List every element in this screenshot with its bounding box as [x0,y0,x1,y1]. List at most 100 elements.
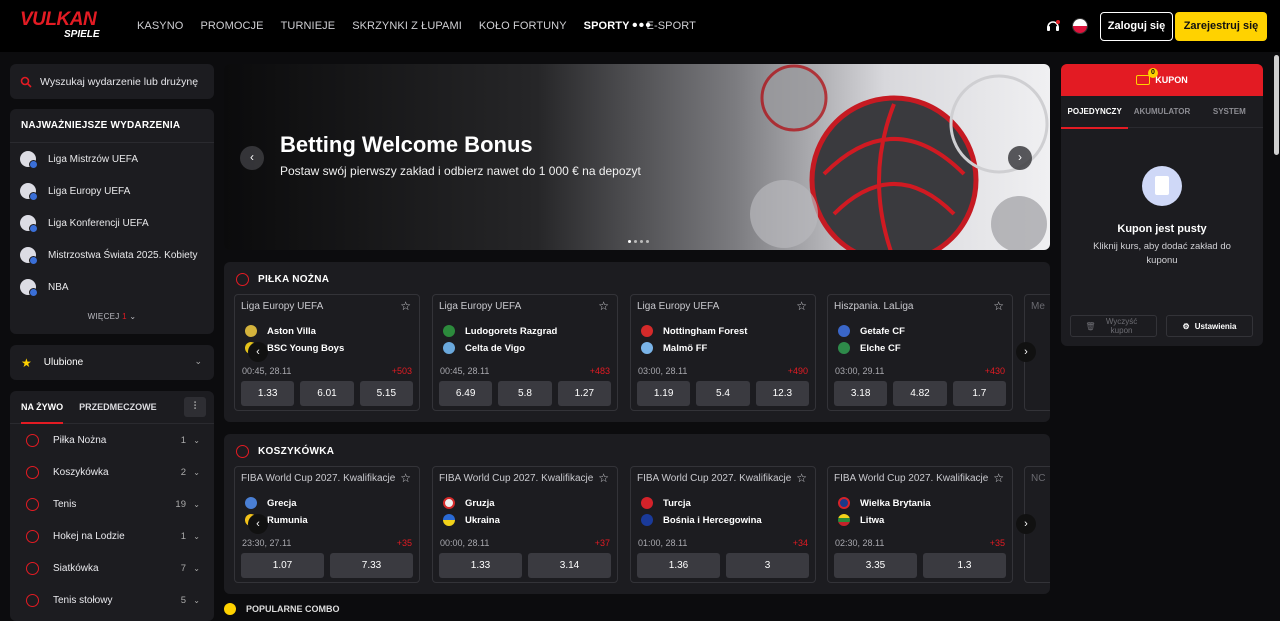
promo-banner[interactable]: Betting Welcome Bonus Postaw swój pierws… [224,64,1050,250]
sport-item[interactable]: Piłka Nożna 1 ⌄ [10,424,214,456]
search-input[interactable]: Wyszukaj wydarzenie lub drużynę [10,64,214,99]
sport-item[interactable]: Koszykówka 2 ⌄ [10,456,214,488]
sport-item[interactable]: Tenis stołowy 5 ⌄ [10,584,214,616]
odd-button[interactable]: 1.36 [637,553,720,578]
odd-button[interactable]: 12.3 [755,381,809,406]
coupon-header: 0 KUPON [1061,64,1263,96]
nav-sporty[interactable]: SPORTY [584,20,630,32]
star-icon[interactable]: ☆ [400,471,411,485]
more-markets-link[interactable]: +35 [990,538,1005,548]
odd-button[interactable]: 3.35 [834,553,917,578]
star-icon[interactable]: ☆ [598,299,609,313]
away-team: Ukraina [443,514,500,526]
nav-turnieje[interactable]: TURNIEJE [281,20,336,32]
chevron-down-icon: ⌄ [129,312,137,321]
carousel-next-button[interactable]: › [1016,514,1036,534]
favorites-item[interactable]: ★ Ulubione ⌄ [10,345,214,380]
tab-live[interactable]: NA ŻYWO [21,402,64,424]
match-time: 00:00, 28.11 [440,538,490,548]
language-flag-icon[interactable] [1072,18,1088,34]
nav-esport[interactable]: E-SPORT [647,20,696,32]
odd-button[interactable]: 5.8 [498,381,552,406]
top-event-item[interactable]: Liga Europy UEFA [10,175,214,207]
carousel-prev-button[interactable]: ‹ [248,514,268,534]
odd-button[interactable]: 3.18 [834,381,888,406]
odd-button[interactable]: 6.49 [439,381,493,406]
login-button[interactable]: Zaloguj się [1100,12,1173,41]
odd-button[interactable]: 1.33 [439,553,522,578]
top-event-item[interactable]: NBA [10,271,214,303]
odd-button[interactable]: 1.3 [923,553,1006,578]
sport-item[interactable]: Tenis 19 ⌄ [10,488,214,520]
banner-prev-button[interactable]: ‹ [240,146,264,170]
banner-title: Betting Welcome Bonus [280,132,533,157]
tab-accumulator[interactable]: AKUMULATOR [1128,96,1195,128]
carousel-next-button[interactable]: › [1016,342,1036,362]
star-icon[interactable]: ☆ [796,471,807,485]
odd-button[interactable]: 1.27 [557,381,611,406]
event-card[interactable]: FIBA World Cup 2027. Kwalifikacje ☆ Gruz… [432,466,618,583]
clear-coupon-button[interactable]: 🗑 Wyczyść kupon [1070,315,1157,337]
odd-button[interactable]: 3.14 [528,553,611,578]
register-button[interactable]: Zarejestruj się [1175,12,1267,41]
team-crest-icon [641,325,653,337]
nav-kasyno[interactable]: KASYNO [137,20,183,32]
odds-row: 1.33 6.01 5.15 [241,381,413,406]
top-events-panel: NAJWAŻNIEJSZE WYDARZENIA Liga Mistrzów U… [10,109,214,334]
more-markets-link[interactable]: +34 [793,538,808,548]
star-icon[interactable]: ☆ [993,299,1004,313]
logo-sub-text: SPIELE [64,29,100,40]
carousel-prev-button[interactable]: ‹ [248,342,268,362]
event-card[interactable]: FIBA World Cup 2027. Kwalifikacje ☆ Turc… [630,466,816,583]
more-events-button[interactable]: WIĘCEJ 1 ⌄ [10,312,214,321]
page-scrollbar[interactable] [1273,52,1280,611]
sport-item[interactable]: Siatkówka 7 ⌄ [10,552,214,584]
more-markets-link[interactable]: +35 [397,538,412,548]
sport-label: Hokej na Lodzie [53,530,125,542]
support-icon[interactable] [1045,18,1061,34]
tab-prematch[interactable]: PRZEDMECZOWE [79,402,157,412]
more-markets-link[interactable]: +37 [595,538,610,548]
nav-skrzynki[interactable]: SKRZYNKI Z ŁUPAMI [352,20,462,32]
banner-pagination [628,240,649,243]
star-icon[interactable]: ☆ [400,299,411,313]
nav-promocje[interactable]: PROMOCJE [200,20,263,32]
settings-button[interactable]: ⚙ Ustawienia [1166,315,1253,337]
nav-kolo-fortuny[interactable]: KOŁO FORTUNY [479,20,567,32]
more-markets-link[interactable]: +503 [392,366,412,376]
odd-button[interactable]: 1.19 [637,381,691,406]
odd-button[interactable]: 4.82 [893,381,947,406]
more-markets-link[interactable]: +490 [788,366,808,376]
top-event-item[interactable]: Liga Mistrzów UEFA [10,143,214,175]
team-crest-icon [245,325,257,337]
top-event-item[interactable]: Mistrzostwa Świata 2025. Kobiety [10,239,214,271]
event-card[interactable]: FIBA World Cup 2027. Kwalifikacje ☆ Wiel… [827,466,1013,583]
more-menu-icon[interactable]: ••• [632,17,652,35]
more-markets-link[interactable]: +430 [985,366,1005,376]
banner-next-button[interactable]: › [1008,146,1032,170]
top-event-item[interactable]: Liga Konferencji UEFA [10,207,214,239]
star-icon[interactable]: ☆ [598,471,609,485]
odd-button[interactable]: 5.15 [359,381,413,406]
filter-icon[interactable]: ⫶ [184,397,206,417]
odd-button[interactable]: 1.07 [241,553,324,578]
match-time: 00:45, 28.11 [440,366,490,376]
team-crest-icon [838,342,850,354]
sport-item[interactable]: Hokej na Lodzie 1 ⌄ [10,520,214,552]
odd-button[interactable]: 7.33 [330,553,413,578]
odd-button[interactable]: 1.7 [952,381,1006,406]
odd-button[interactable]: 1.33 [241,381,295,406]
scrollbar-thumb[interactable] [1274,55,1279,155]
event-card[interactable]: Liga Europy UEFA ☆ Ludogorets Razgrad Ce… [432,294,618,411]
tab-system[interactable]: SYSTEM [1196,96,1263,128]
odd-button[interactable]: 6.01 [300,381,354,406]
star-icon[interactable]: ☆ [796,299,807,313]
logo[interactable]: VULKAN SPIELE [20,10,110,42]
event-card[interactable]: Liga Europy UEFA ☆ Nottingham Forest Mal… [630,294,816,411]
more-markets-link[interactable]: +483 [590,366,610,376]
event-card[interactable]: Hiszpania. LaLiga ☆ Getafe CF Elche CF 0… [827,294,1013,411]
star-icon[interactable]: ☆ [993,471,1004,485]
tab-single[interactable]: POJEDYNCZY [1061,96,1129,129]
odd-button[interactable]: 3 [726,553,809,578]
odd-button[interactable]: 5.4 [696,381,750,406]
